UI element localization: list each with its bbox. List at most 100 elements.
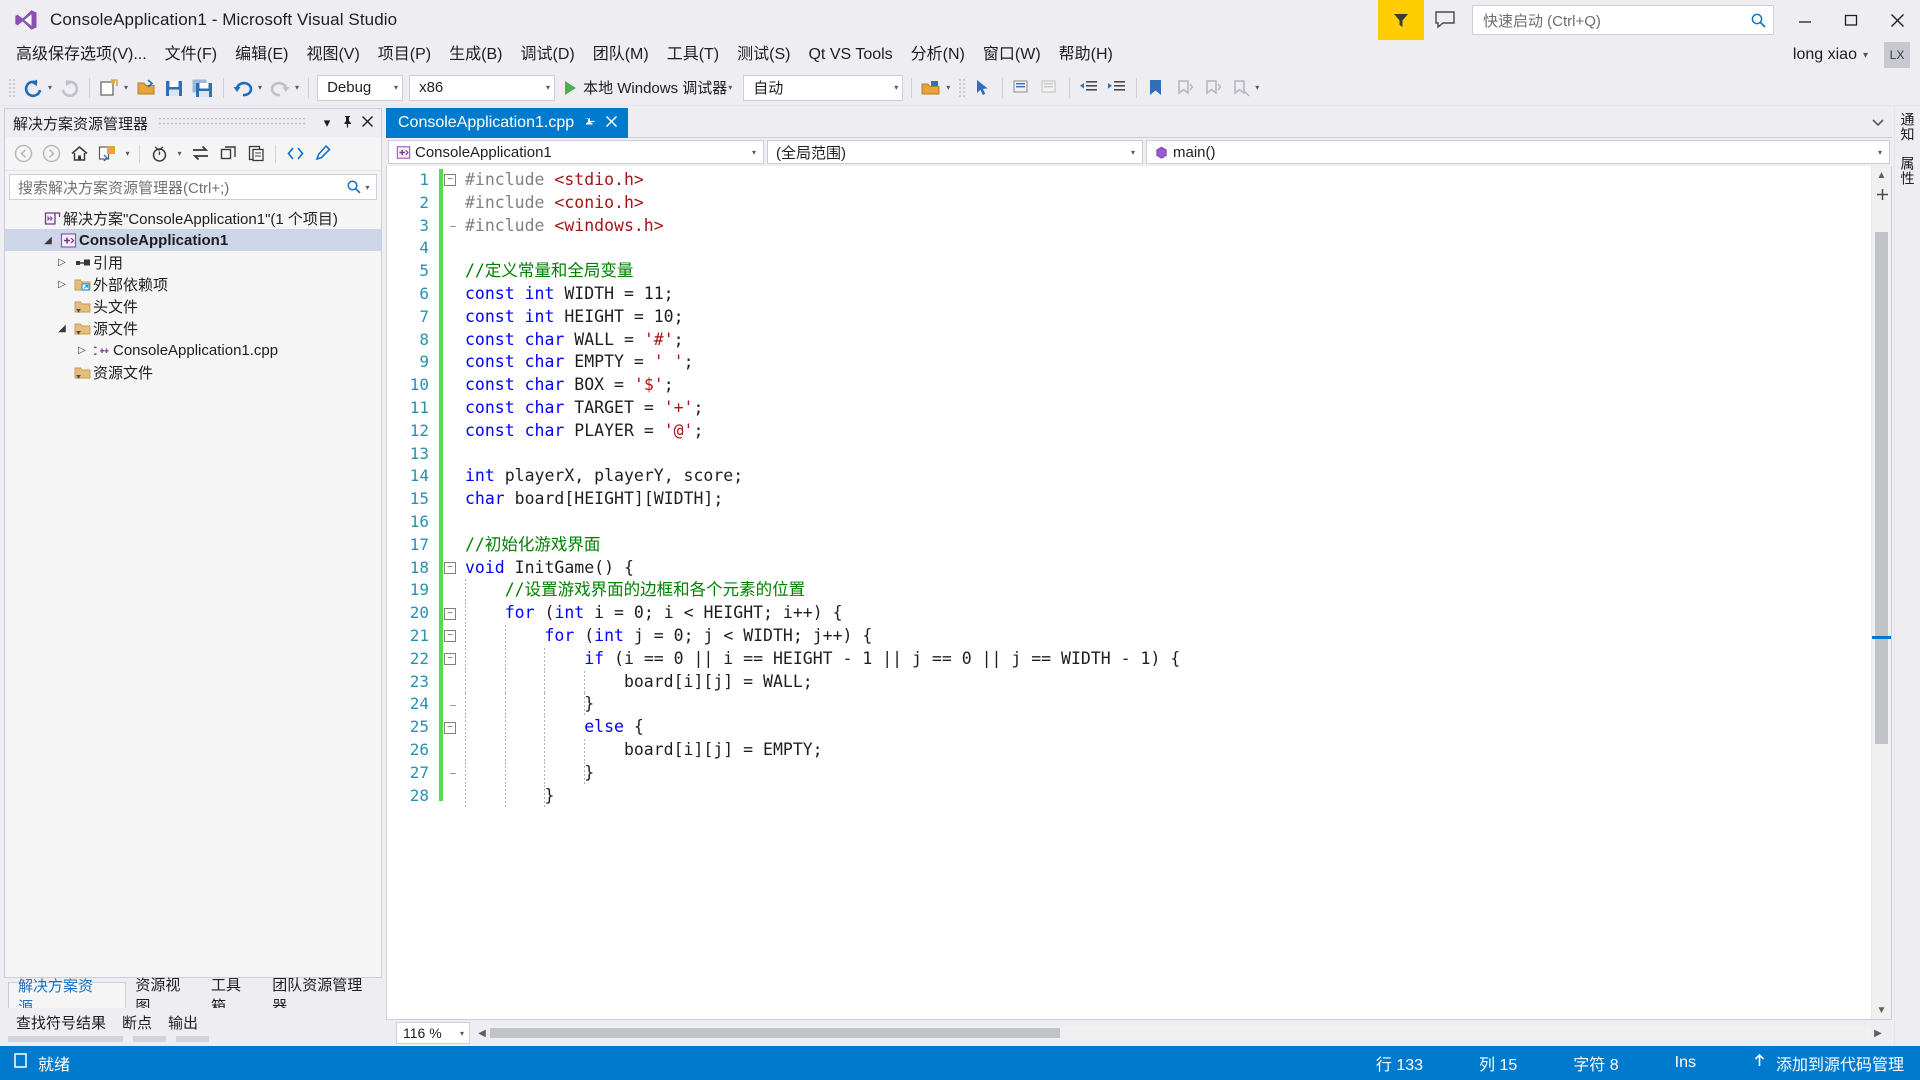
tree-item-solution[interactable]: 解决方案"ConsoleApplication1"(1 个项目) bbox=[5, 207, 381, 229]
menu-item-analyze[interactable]: 分析(N) bbox=[902, 40, 974, 70]
new-project-caret[interactable]: ▾ bbox=[123, 83, 132, 92]
code-text[interactable]: //初始化游戏界面 bbox=[461, 534, 1871, 557]
twisty[interactable]: ◢ bbox=[53, 323, 71, 334]
select-element-icon[interactable] bbox=[969, 74, 997, 102]
code-text[interactable]: board[i][j] = WALL; bbox=[461, 671, 1871, 694]
code-line[interactable]: 5//定义常量和全局变量 bbox=[387, 260, 1871, 283]
save-all-icon[interactable] bbox=[188, 74, 218, 102]
scroll-right-icon[interactable]: ▶ bbox=[1870, 1028, 1886, 1039]
sync-with-active-document-icon[interactable] bbox=[187, 141, 213, 167]
scroll-left-icon[interactable]: ◀ bbox=[474, 1028, 490, 1039]
twisty[interactable]: ▷ bbox=[73, 345, 91, 356]
attach-to-process-icon[interactable] bbox=[917, 74, 945, 102]
tab-team-explorer[interactable]: 团队资源管理器 bbox=[263, 982, 382, 1008]
auto-hide-tab-properties[interactable]: 属性 bbox=[1898, 156, 1918, 186]
home-icon[interactable] bbox=[66, 141, 92, 167]
code-line[interactable]: 19 //设置游戏界面的边框和各个元素的位置 bbox=[387, 579, 1871, 602]
auto-hide-tab-notifications[interactable]: 通知 bbox=[1898, 112, 1918, 142]
chevron-down-icon[interactable]: ▾ bbox=[362, 183, 373, 192]
menu-item-view[interactable]: 视图(V) bbox=[297, 40, 368, 70]
code-line[interactable]: 14int playerX, playerY, score; bbox=[387, 465, 1871, 488]
tab-breakpoints[interactable]: 断点 bbox=[114, 1012, 160, 1033]
chevron-down-icon[interactable]: ▾ bbox=[727, 83, 736, 92]
close-icon[interactable] bbox=[605, 115, 618, 131]
menu-item-project[interactable]: 项目(P) bbox=[369, 40, 440, 70]
menu-item-file[interactable]: 文件(F) bbox=[156, 40, 226, 70]
code-line[interactable]: 2#include <conio.h> bbox=[387, 192, 1871, 215]
horizontal-scrollbar-track[interactable] bbox=[490, 1026, 1870, 1040]
code-line[interactable]: 24 } bbox=[387, 693, 1871, 716]
code-line[interactable]: 26 board[i][j] = EMPTY; bbox=[387, 739, 1871, 762]
code-line[interactable]: 12const char PLAYER = '@'; bbox=[387, 420, 1871, 443]
code-text[interactable]: for (int i = 0; i < HEIGHT; i++) { bbox=[461, 602, 1871, 625]
menu-item-window[interactable]: 窗口(W) bbox=[974, 40, 1050, 70]
preview-selected-items-icon[interactable] bbox=[146, 141, 172, 167]
code-line[interactable]: 16 bbox=[387, 511, 1871, 534]
tab-find-symbol-results[interactable]: 查找符号结果 bbox=[8, 1012, 114, 1033]
close-icon[interactable] bbox=[1874, 0, 1920, 40]
avatar[interactable]: LX bbox=[1884, 42, 1910, 68]
code-text[interactable]: const int WIDTH = 11; bbox=[461, 283, 1871, 306]
previous-bookmark-icon[interactable] bbox=[1170, 74, 1198, 102]
code-line[interactable]: 10const char BOX = '$'; bbox=[387, 374, 1871, 397]
feedback-icon[interactable] bbox=[1424, 0, 1466, 40]
attach-caret[interactable]: ▾ bbox=[945, 83, 954, 92]
fold-margin[interactable]: − bbox=[439, 608, 461, 620]
pin-icon[interactable] bbox=[583, 115, 596, 131]
next-bookmark-icon[interactable] bbox=[1198, 74, 1226, 102]
code-text[interactable]: #include <conio.h> bbox=[461, 192, 1871, 215]
code-line[interactable]: 1−#include <stdio.h> bbox=[387, 169, 1871, 192]
properties-icon[interactable] bbox=[310, 141, 336, 167]
code-line[interactable]: 18−void InitGame() { bbox=[387, 557, 1871, 580]
code-lines[interactable]: 1−#include <stdio.h>2#include <conio.h>3… bbox=[387, 166, 1871, 807]
menu-item-advanced-save[interactable]: 高级保存选项(V)... bbox=[7, 40, 156, 70]
redo-caret[interactable]: ▾ bbox=[294, 83, 303, 92]
code-line[interactable]: 8const char WALL = '#'; bbox=[387, 329, 1871, 352]
debug-target-combo[interactable]: 自动 ▾ bbox=[743, 75, 903, 101]
status-insert-mode[interactable]: Ins bbox=[1675, 1054, 1696, 1072]
menu-item-build[interactable]: 生成(B) bbox=[440, 40, 511, 70]
collapse-icon[interactable]: − bbox=[444, 608, 456, 620]
tab-solution-explorer[interactable]: 解决方案资源... bbox=[8, 982, 126, 1008]
scroll-up-icon[interactable]: ▲ bbox=[1872, 166, 1891, 184]
code-text[interactable]: } bbox=[461, 785, 1871, 808]
code-text[interactable]: #include <stdio.h> bbox=[461, 169, 1871, 192]
tree-item-cpp-file[interactable]: ▷ ConsoleApplication1.cpp bbox=[5, 339, 381, 361]
preview-caret[interactable]: ▾ bbox=[174, 149, 185, 158]
code-text[interactable]: const char BOX = '$'; bbox=[461, 374, 1871, 397]
collapse-icon[interactable]: − bbox=[444, 722, 456, 734]
code-line[interactable]: 27 } bbox=[387, 762, 1871, 785]
status-source-control[interactable]: 添加到源代码管理 bbox=[1752, 1051, 1920, 1075]
twisty[interactable]: ◢ bbox=[39, 235, 57, 246]
tab-overflow-icon[interactable] bbox=[1864, 108, 1892, 138]
code-text[interactable]: void InitGame() { bbox=[461, 557, 1871, 580]
code-text[interactable]: } bbox=[461, 762, 1871, 785]
navbar-scope-combo[interactable]: (全局范围) ▾ bbox=[767, 140, 1143, 164]
vertical-scrollbar-thumb[interactable] bbox=[1875, 232, 1888, 744]
tab-output[interactable]: 输出 bbox=[160, 1012, 206, 1033]
close-icon[interactable] bbox=[357, 115, 377, 131]
toolbar-grip[interactable] bbox=[7, 77, 16, 99]
navigate-forward-icon[interactable] bbox=[56, 74, 84, 102]
code-text[interactable]: //定义常量和全局变量 bbox=[461, 260, 1871, 283]
tree-item-references[interactable]: ▷ 引用 bbox=[5, 251, 381, 273]
bookmark-icon[interactable] bbox=[1142, 74, 1170, 102]
tree-item-external-dependencies[interactable]: ▷ 外部依赖项 bbox=[5, 273, 381, 295]
pending-changes-icon[interactable] bbox=[94, 141, 120, 167]
collapse-all-icon[interactable] bbox=[215, 141, 241, 167]
maximize-icon[interactable] bbox=[1828, 0, 1874, 40]
code-text[interactable]: else { bbox=[461, 716, 1871, 739]
code-line[interactable]: 21− for (int j = 0; j < WIDTH; j++) { bbox=[387, 625, 1871, 648]
code-text[interactable]: const char EMPTY = ' '; bbox=[461, 351, 1871, 374]
solution-configuration-combo[interactable]: Debug ▾ bbox=[317, 75, 403, 101]
undo-icon[interactable] bbox=[229, 74, 257, 102]
menu-item-edit[interactable]: 编辑(E) bbox=[226, 40, 297, 70]
collapse-icon[interactable]: − bbox=[444, 630, 456, 642]
code-line[interactable]: 4 bbox=[387, 237, 1871, 260]
fold-margin[interactable]: − bbox=[439, 653, 461, 665]
code-editor[interactable]: 1−#include <stdio.h>2#include <conio.h>3… bbox=[387, 166, 1871, 1019]
navigate-back-caret[interactable]: ▾ bbox=[47, 83, 56, 92]
code-text[interactable]: char board[HEIGHT][WIDTH]; bbox=[461, 488, 1871, 511]
twisty[interactable]: ▷ bbox=[53, 257, 71, 268]
notification-funnel-icon[interactable] bbox=[1378, 0, 1424, 40]
